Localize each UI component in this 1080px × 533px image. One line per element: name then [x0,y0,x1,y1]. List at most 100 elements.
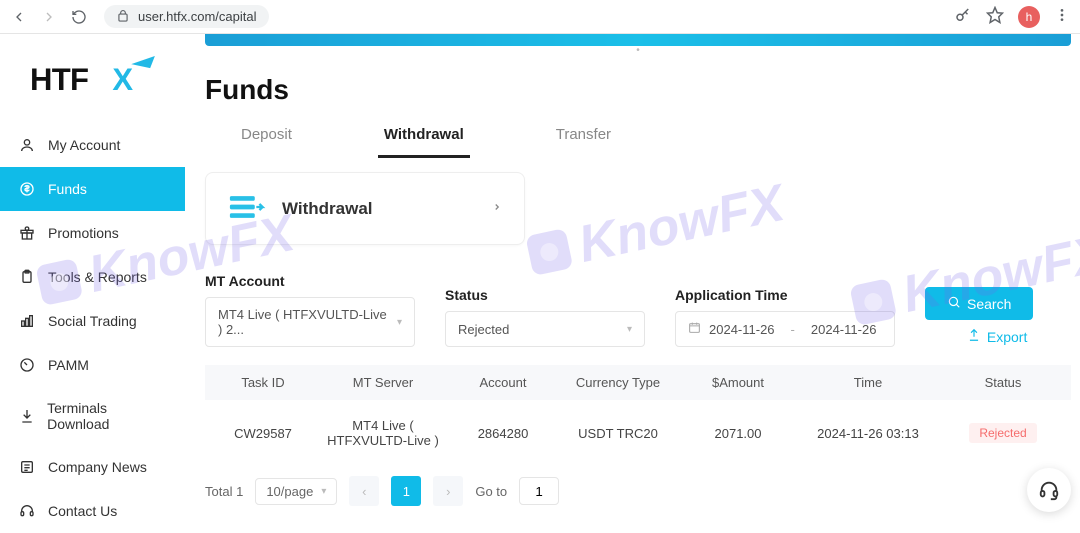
address-bar[interactable]: user.htfx.com/capital [104,5,269,28]
gauge-icon [18,356,36,374]
brand-logo[interactable]: HTF X [0,34,185,123]
application-time-label: Application Time [675,287,895,303]
sidebar-item-label: Contact Us [48,503,117,519]
kebab-menu-icon[interactable] [1054,7,1070,26]
export-button[interactable]: Export [961,326,1033,347]
support-button[interactable] [1027,468,1071,512]
sidebar-item-label: Funds [48,181,87,197]
sidebar-item-pamm[interactable]: PAMM [0,343,185,387]
sidebar: HTF X My Account Funds Promotions Tools … [0,34,185,532]
export-icon [967,328,981,345]
clipboard-icon [18,268,36,286]
chart-icon [18,312,36,330]
mt-account-select[interactable]: MT4 Live ( HTFXVULTD-Live ) 2... ▾ [205,297,415,347]
th-time: Time [793,375,943,390]
status-select[interactable]: Rejected ▾ [445,311,645,347]
cell-mt-server: MT4 Live ( HTFXVULTD-Live ) [313,418,453,448]
key-icon[interactable] [954,6,972,27]
date-separator: - [791,322,795,337]
chevron-down-icon: ▾ [397,317,402,328]
bookmark-star-icon[interactable] [986,6,1004,27]
cell-account: 2864280 [453,426,553,441]
site-icon [116,10,130,24]
download-icon [18,407,35,425]
user-icon [18,136,36,154]
chevron-right-icon [492,200,502,217]
th-status: Status [943,375,1063,390]
pager-page-size[interactable]: 10/page ▾ [255,478,337,505]
sidebar-item-tools-reports[interactable]: Tools & Reports [0,255,185,299]
browser-chrome: user.htfx.com/capital h [0,0,1080,34]
sidebar-item-label: PAMM [48,357,89,373]
gift-icon [18,224,36,242]
sidebar-item-my-account[interactable]: My Account [0,123,185,167]
forward-button[interactable] [40,8,58,26]
headset-icon [18,502,36,520]
export-button-label: Export [987,329,1027,345]
url-text: user.htfx.com/capital [138,9,257,24]
cell-time: 2024-11-26 03:13 [793,426,943,441]
withdraw-icon [228,193,266,224]
dollar-icon [18,180,36,198]
cell-status: Rejected [943,423,1063,443]
calendar-icon [688,321,701,337]
search-button[interactable]: Search [925,287,1033,320]
back-button[interactable] [10,8,28,26]
sidebar-item-label: Tools & Reports [48,269,147,285]
profile-avatar[interactable]: h [1018,6,1040,28]
pager-total: Total 1 [205,484,243,499]
svg-text:X: X [112,62,133,97]
th-currency-type: Currency Type [553,375,683,390]
pager-prev[interactable]: ‹ [349,476,379,506]
th-account: Account [453,375,553,390]
sidebar-item-label: Terminals Download [47,400,167,432]
page-title: Funds [205,74,1071,106]
sidebar-item-promotions[interactable]: Promotions [0,211,185,255]
news-icon [18,458,36,476]
sidebar-item-funds[interactable]: Funds [0,167,185,211]
card-title: Withdrawal [282,199,476,219]
withdrawal-table: Task ID MT Server Account Currency Type … [205,365,1071,466]
reload-button[interactable] [70,8,88,26]
th-amount: $Amount [683,375,793,390]
table-header: Task ID MT Server Account Currency Type … [205,365,1071,400]
sidebar-item-social-trading[interactable]: Social Trading [0,299,185,343]
status-value: Rejected [458,322,509,337]
cell-task-id: CW29587 [213,426,313,441]
main-content: • Funds Deposit Withdrawal Transfer With… [185,34,1080,532]
date-range-picker[interactable]: 2024-11-26 - 2024-11-26 [675,311,895,347]
mt-account-label: MT Account [205,273,415,289]
tab-withdrawal[interactable]: Withdrawal [378,120,470,158]
carousel-indicator: • [205,46,1071,56]
table-row: CW29587 MT4 Live ( HTFXVULTD-Live ) 2864… [205,400,1071,466]
status-badge: Rejected [969,423,1036,443]
sidebar-item-label: Promotions [48,225,119,241]
chevron-down-icon: ▾ [321,486,326,497]
tab-deposit[interactable]: Deposit [235,120,298,158]
filter-row: MT Account MT4 Live ( HTFXVULTD-Live ) 2… [205,269,1071,347]
chevron-down-icon: ▾ [627,324,632,335]
cell-amount: 2071.00 [683,426,793,441]
pager-goto-label: Go to [475,484,507,499]
search-icon [947,295,961,312]
sidebar-item-label: Company News [48,459,147,475]
date-from: 2024-11-26 [709,322,775,337]
sidebar-item-label: My Account [48,137,120,153]
th-task-id: Task ID [213,375,313,390]
sidebar-item-terminals-download[interactable]: Terminals Download [0,387,185,445]
funds-tabs: Deposit Withdrawal Transfer [205,120,1071,158]
pager-next[interactable]: › [433,476,463,506]
tab-transfer[interactable]: Transfer [550,120,617,158]
search-button-label: Search [967,296,1011,312]
status-label: Status [445,287,645,303]
cell-currency-type: USDT TRC20 [553,426,683,441]
date-to: 2024-11-26 [811,322,877,337]
pager-page-1[interactable]: 1 [391,476,421,506]
sidebar-item-company-news[interactable]: Company News [0,445,185,489]
sidebar-item-contact-us[interactable]: Contact Us [0,489,185,533]
pager-goto-input[interactable] [519,477,559,505]
pagination: Total 1 10/page ▾ ‹ 1 › Go to [205,476,1071,506]
svg-text:HTF: HTF [30,62,88,97]
th-mt-server: MT Server [313,375,453,390]
withdrawal-card[interactable]: Withdrawal [205,172,525,245]
